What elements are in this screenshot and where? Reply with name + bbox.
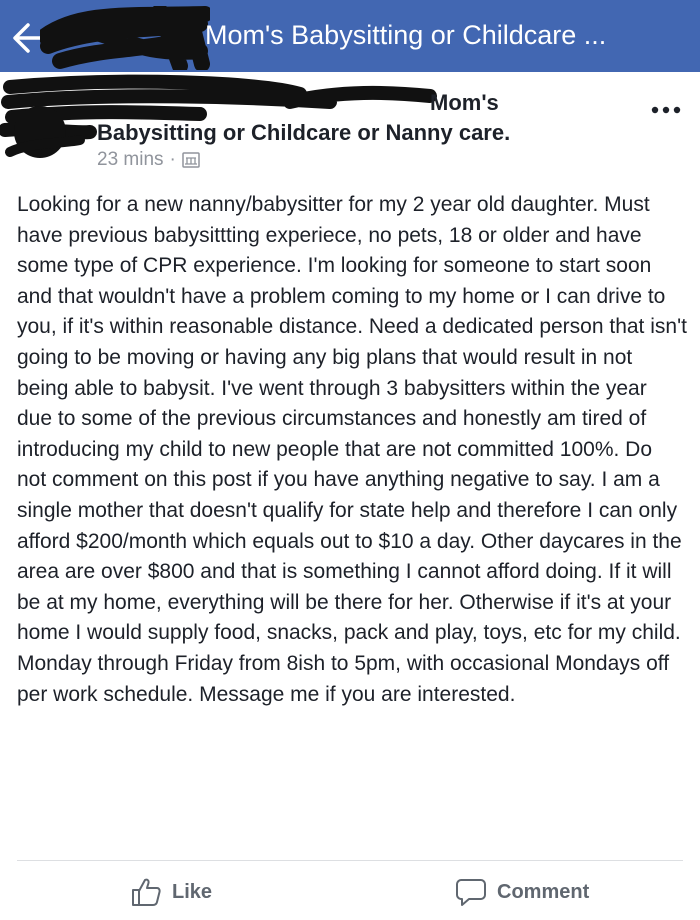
group-name-continued[interactable]: Babysitting or Childcare or Nanny care.	[97, 120, 510, 146]
post-text: Looking for a new nanny/babysitter for m…	[17, 193, 687, 706]
post-meta: 23 mins ·	[97, 149, 200, 171]
more-options-icon	[651, 106, 681, 114]
page-title: Mom's Babysitting or Childcare ...	[205, 20, 607, 50]
top-bar: Mom's Babysitting or Childcare ...	[0, 0, 700, 72]
comment-icon	[456, 879, 486, 906]
like-button[interactable]: Like	[130, 872, 212, 912]
divider	[17, 860, 683, 861]
meta-separator: ·	[169, 149, 176, 170]
more-options-button[interactable]	[648, 100, 684, 120]
group-name[interactable]: Mom's	[430, 90, 499, 116]
group-members-icon	[182, 152, 200, 168]
like-label: Like	[172, 880, 213, 903]
redaction-scribble	[40, 6, 210, 70]
post-header: Mom's Babysitting or Childcare or Nanny …	[0, 72, 700, 182]
comment-label: Comment	[497, 880, 590, 903]
thumbs-up-icon	[132, 878, 161, 906]
timestamp[interactable]: 23 mins	[97, 149, 164, 171]
comment-button[interactable]: Comment	[455, 872, 589, 912]
